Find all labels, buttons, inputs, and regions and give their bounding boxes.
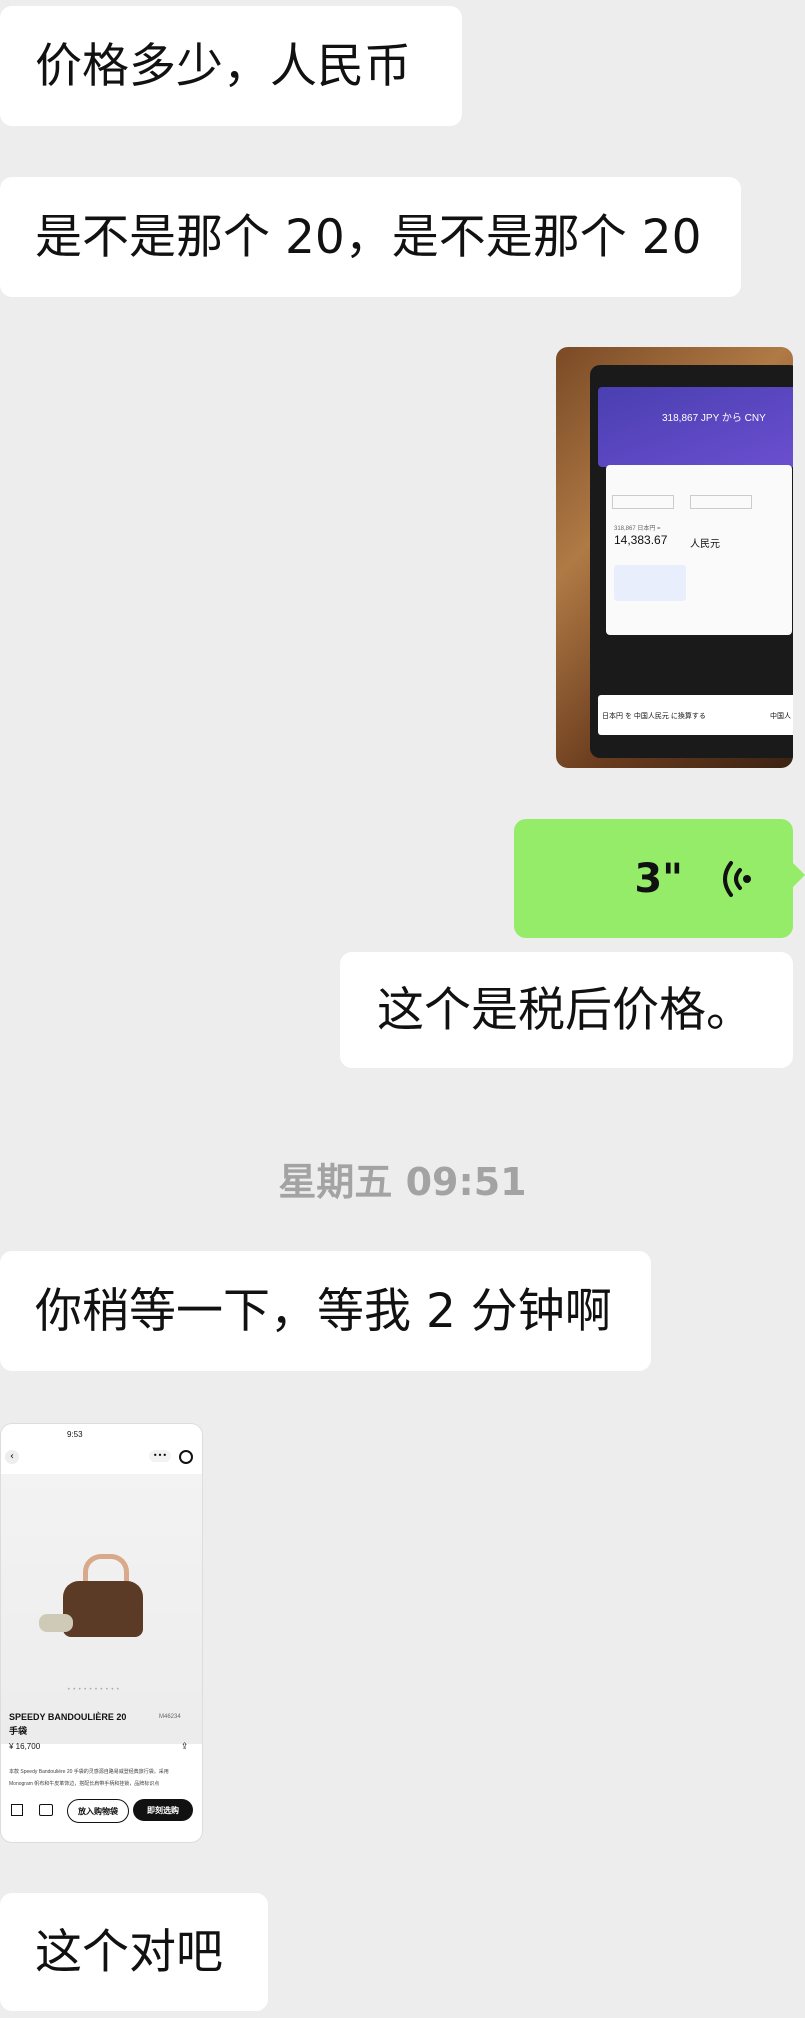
message-text: 这个是税后价格。 <box>377 982 753 1038</box>
product-price: ¥ 16,700 <box>9 1742 41 1751</box>
chat-timestamp: 星期五 09:51 <box>278 1160 527 1204</box>
chat-icon <box>39 1804 53 1816</box>
product-subtitle: 手袋 <box>9 1726 28 1736</box>
more-icon: ••• <box>149 1450 171 1462</box>
message-bubble-confirm[interactable]: 这个对吧 <box>0 1893 268 2011</box>
store-icon <box>11 1804 23 1816</box>
product-sku: M46234 <box>159 1714 181 1720</box>
converter-result-value: 14,383.67 <box>614 533 668 547</box>
message-text: 是不是那个 20，是不是那个 20 <box>35 209 702 265</box>
bag-body <box>63 1581 143 1637</box>
message-bubble-wait[interactable]: 你稍等一下，等我 2 分钟啊 <box>0 1251 651 1371</box>
carousel-dots: • • • • • • • • • • <box>67 1686 120 1693</box>
back-icon: ‹ <box>5 1450 19 1464</box>
bubble-tail <box>793 863 805 887</box>
converter-heading: 318,867 JPY から CNY <box>662 413 766 424</box>
add-to-bag-button[interactable]: 放入购物袋 <box>67 1799 129 1823</box>
message-bubble-price-question[interactable]: 价格多少，人民币 <box>0 6 462 126</box>
message-text: 你稍等一下，等我 2 分钟啊 <box>35 1283 612 1339</box>
message-bubble-after-tax[interactable]: 这个是税后价格。 <box>340 952 793 1068</box>
converter-result-small: 318,867 日本円 = <box>614 526 661 532</box>
tablet-screen: 318,867 JPY から CNY 318,867 日本円 = 14,383.… <box>590 365 793 758</box>
product-title: SPEEDY BANDOULIÈRE 20 <box>9 1712 127 1722</box>
message-bubble-size-question[interactable]: 是不是那个 20，是不是那个 20 <box>0 177 741 297</box>
product-description-1: 本款 Speedy Bandoulière 20 手袋的灵感源自路易威登经典旅行… <box>9 1769 169 1775</box>
product-description-2: Monogram 帆布和牛皮革饰边，搭配长肩带手柄和挂锁，品牌标识点 <box>9 1781 160 1787</box>
message-text: 这个对吧 <box>35 1924 223 1980</box>
message-text: 价格多少，人民币 <box>35 38 411 94</box>
voice-wave-icon <box>717 857 753 901</box>
converter-footer: 日本円 を 中国人民元 に換算する <box>602 713 706 720</box>
converter-footer-right: 中国人 <box>770 713 791 720</box>
voice-duration: 3" <box>634 855 683 902</box>
status-time: 9:53 <box>67 1430 83 1439</box>
image-message-currency-converter[interactable]: 318,867 JPY から CNY 318,867 日本円 = 14,383.… <box>556 347 793 768</box>
target-icon <box>179 1450 193 1464</box>
share-icon: ⇪ <box>181 1742 189 1752</box>
converter-result-unit: 人民元 <box>690 539 720 550</box>
image-message-product-screenshot[interactable]: 9:53 ‹ ••• ♡ • • • • • • • • • • SPEEDY … <box>0 1423 203 1843</box>
voice-message[interactable]: 3" <box>514 819 805 938</box>
buy-now-button[interactable]: 即刻选购 <box>133 1799 193 1821</box>
bag-strap <box>39 1614 73 1632</box>
